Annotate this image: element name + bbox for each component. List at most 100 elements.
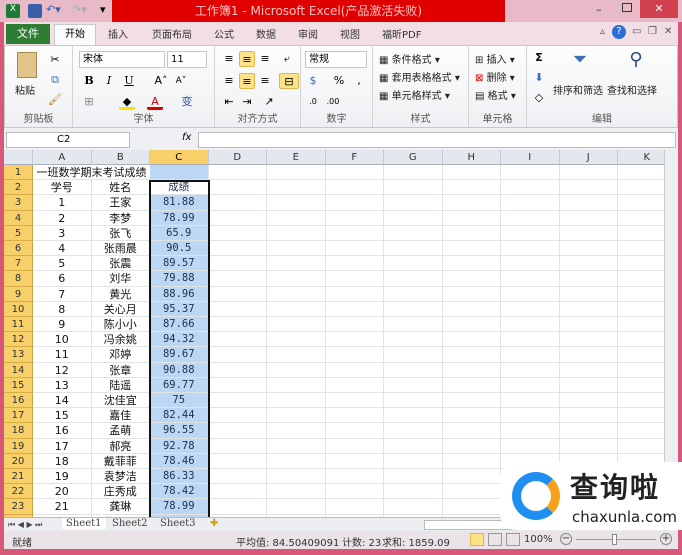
- cell[interactable]: [559, 195, 618, 211]
- sheet-tab-1[interactable]: Sheet1: [62, 518, 106, 529]
- zoom-level[interactable]: 100%: [524, 534, 553, 545]
- cell[interactable]: [384, 423, 443, 439]
- student-name-cell[interactable]: 龚琳: [91, 499, 150, 515]
- workbook-close-icon[interactable]: ✕: [664, 26, 672, 37]
- column-header-I[interactable]: I: [501, 150, 560, 165]
- increase-indent-icon[interactable]: ⇥: [239, 94, 255, 110]
- underline-button[interactable]: U: [121, 73, 137, 89]
- student-id-cell[interactable]: 13: [33, 377, 92, 393]
- cell[interactable]: [325, 225, 384, 241]
- cell[interactable]: [325, 286, 384, 302]
- orientation-icon[interactable]: ↗: [261, 94, 277, 110]
- student-id-cell[interactable]: 1: [33, 195, 92, 211]
- cell[interactable]: [267, 408, 326, 424]
- column-header-G[interactable]: G: [384, 150, 443, 165]
- format-cells-button[interactable]: ▤ 格式 ▾: [475, 87, 516, 102]
- row-header-23[interactable]: 23: [4, 499, 33, 515]
- cell[interactable]: [501, 423, 560, 439]
- cell[interactable]: [618, 302, 664, 317]
- score-cell[interactable]: 89.67: [150, 347, 209, 363]
- wrap-text-icon[interactable]: ⤶: [279, 51, 295, 67]
- student-id-cell[interactable]: 21: [33, 499, 92, 515]
- cell[interactable]: [267, 241, 326, 257]
- cell[interactable]: [442, 362, 501, 378]
- column-header-C[interactable]: C: [150, 150, 209, 165]
- cell[interactable]: [618, 423, 664, 439]
- sort-filter-icon[interactable]: ⏷: [567, 51, 593, 78]
- borders-icon[interactable]: ⊞: [81, 94, 97, 110]
- cell[interactable]: [501, 180, 560, 196]
- student-name-cell[interactable]: 郝亮: [91, 438, 150, 454]
- column-header-B[interactable]: B: [91, 150, 150, 165]
- sheet-nav-icons[interactable]: ⏮ ◀ ▶ ⏭: [8, 520, 42, 530]
- cell[interactable]: [208, 393, 267, 409]
- cell[interactable]: [501, 271, 560, 287]
- paste-button[interactable]: 粘贴: [15, 82, 35, 97]
- cell[interactable]: [325, 180, 384, 196]
- header-cell[interactable]: 姓名: [91, 180, 150, 196]
- header-cell[interactable]: 成绩: [150, 180, 209, 196]
- cell[interactable]: [559, 317, 618, 333]
- student-name-cell[interactable]: 张雨晨: [91, 241, 150, 257]
- cell[interactable]: [208, 347, 267, 363]
- help-icon[interactable]: ?: [612, 25, 626, 39]
- student-name-cell[interactable]: 刘华: [91, 271, 150, 287]
- cell[interactable]: [208, 301, 267, 317]
- phonetic-icon[interactable]: 变: [179, 94, 195, 110]
- cell[interactable]: [325, 317, 384, 333]
- cell[interactable]: [208, 469, 267, 485]
- sort-filter-button[interactable]: 排序和筛选: [553, 82, 603, 97]
- score-cell[interactable]: 90.5: [150, 241, 209, 257]
- autosum-button[interactable]: Σ: [531, 50, 547, 66]
- score-cell[interactable]: 69.77: [150, 377, 209, 393]
- tab-view[interactable]: 视图: [340, 26, 360, 41]
- cell[interactable]: [501, 256, 560, 272]
- accounting-format-icon[interactable]: $: [305, 73, 321, 89]
- align-top-icon[interactable]: ≡: [221, 51, 237, 67]
- row-header-12[interactable]: 12: [4, 332, 33, 348]
- student-name-cell[interactable]: 陈小小: [91, 317, 150, 333]
- cell[interactable]: [384, 195, 443, 211]
- student-name-cell[interactable]: 关心月: [91, 301, 150, 317]
- cell[interactable]: [267, 453, 326, 469]
- row-header-9[interactable]: 9: [4, 286, 33, 302]
- cell[interactable]: [384, 180, 443, 196]
- close-button[interactable]: ✕: [640, 0, 678, 18]
- cell[interactable]: [208, 210, 267, 226]
- cell[interactable]: [267, 347, 326, 363]
- row-header-13[interactable]: 13: [4, 347, 33, 363]
- cell[interactable]: [325, 347, 384, 363]
- tab-home[interactable]: 开始: [54, 24, 96, 46]
- cell[interactable]: [442, 317, 501, 333]
- cell[interactable]: [267, 195, 326, 211]
- cell[interactable]: [442, 453, 501, 469]
- cell[interactable]: [325, 408, 384, 424]
- tab-review[interactable]: 审阅: [298, 26, 318, 41]
- page-break-view-icon[interactable]: [506, 533, 520, 546]
- cell[interactable]: [208, 438, 267, 454]
- cell[interactable]: [384, 241, 443, 257]
- score-cell[interactable]: 65.9: [150, 225, 209, 241]
- sheet-title[interactable]: 一班数学期末考试成绩: [33, 165, 150, 181]
- student-id-cell[interactable]: 16: [33, 423, 92, 439]
- cell[interactable]: [618, 256, 664, 272]
- cell[interactable]: [501, 210, 560, 226]
- cell[interactable]: [325, 271, 384, 287]
- cell[interactable]: [442, 469, 501, 485]
- cell[interactable]: [501, 317, 560, 333]
- row-header-1[interactable]: 1: [4, 165, 33, 181]
- cell[interactable]: [442, 286, 501, 302]
- student-id-cell[interactable]: 5: [33, 256, 92, 272]
- cell[interactable]: [559, 241, 618, 257]
- score-cell[interactable]: 82.44: [150, 408, 209, 424]
- font-color-icon[interactable]: A: [147, 94, 163, 110]
- cell[interactable]: [384, 225, 443, 241]
- cell[interactable]: [267, 317, 326, 333]
- cell[interactable]: [618, 211, 664, 226]
- italic-button[interactable]: I: [101, 73, 117, 89]
- cell[interactable]: [384, 362, 443, 378]
- cell[interactable]: [559, 377, 618, 393]
- cell[interactable]: [384, 408, 443, 424]
- cell[interactable]: [384, 499, 443, 515]
- sheet-tab-2[interactable]: Sheet2: [112, 518, 148, 529]
